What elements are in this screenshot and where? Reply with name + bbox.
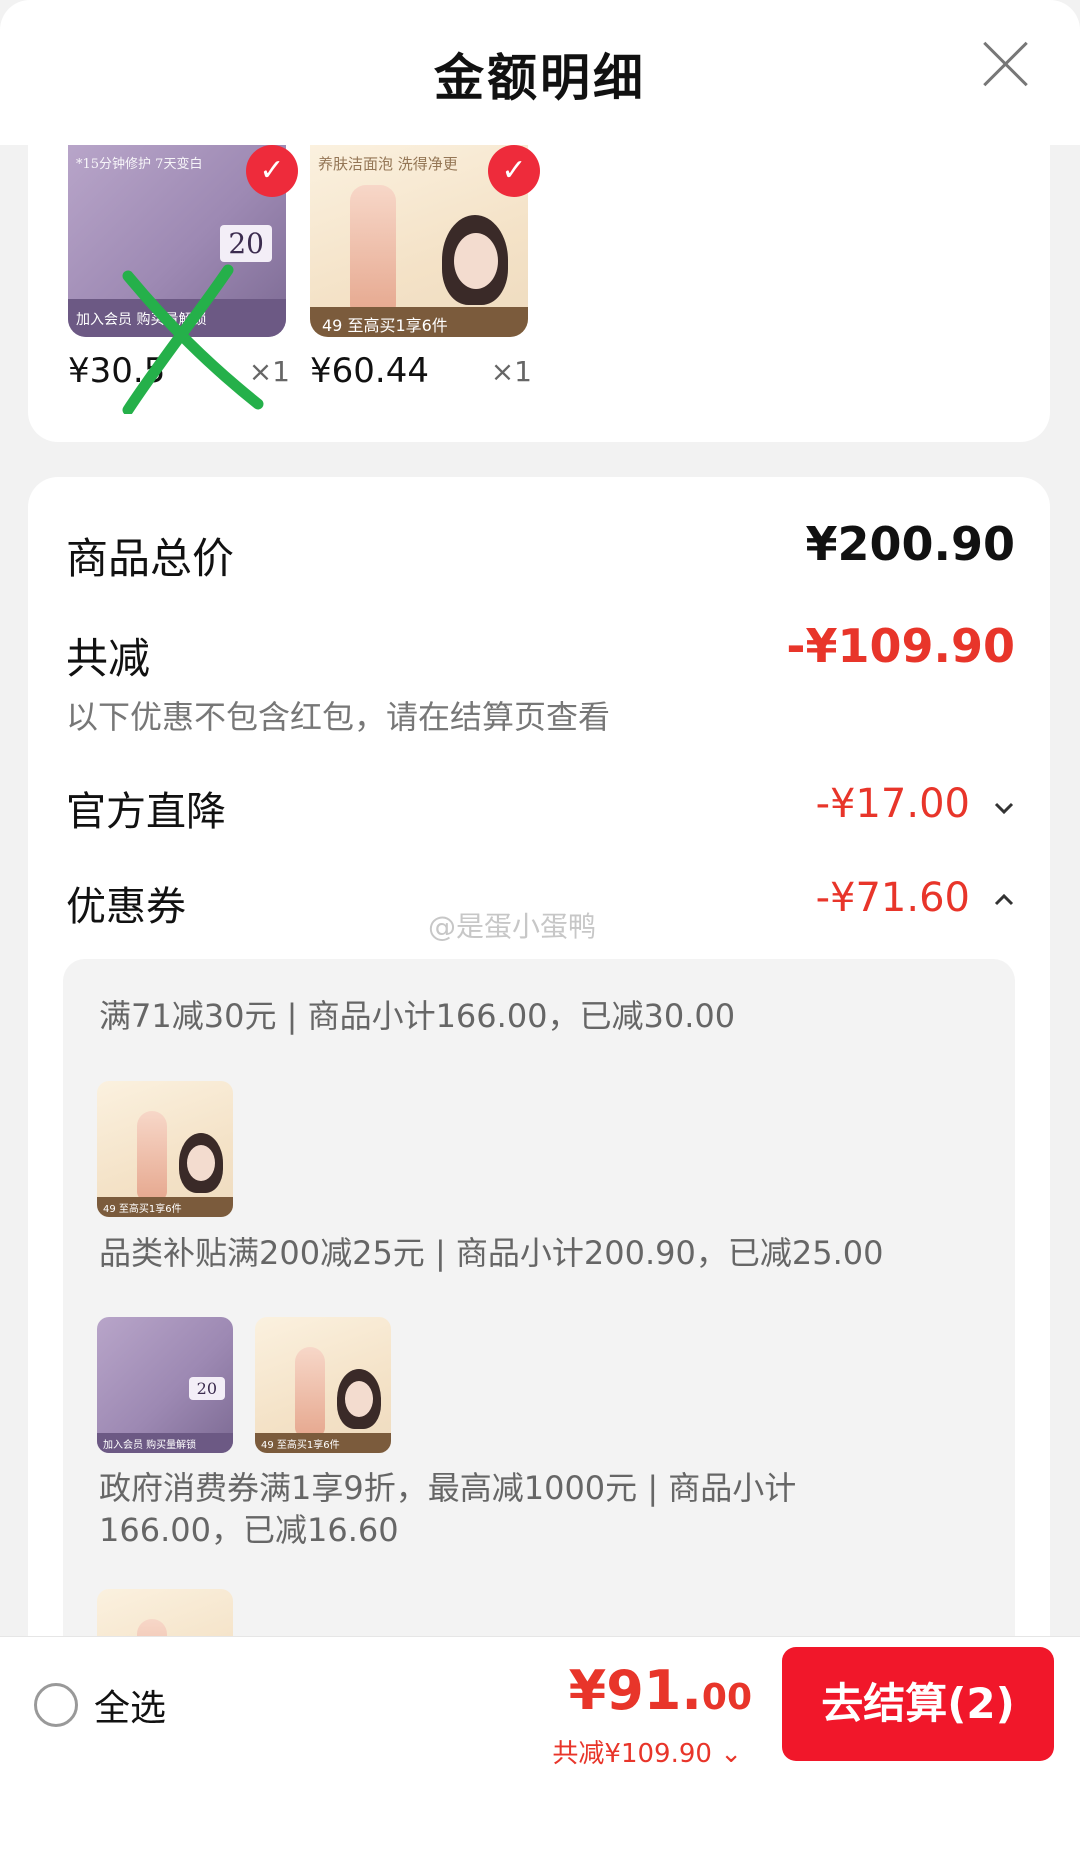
product-image-tagline: *15分钟修护 7天变白 xyxy=(76,157,203,172)
page-title: 金额明细 xyxy=(434,49,646,107)
close-icon[interactable] xyxy=(982,40,1030,88)
product-image-tagline: 养肤洁面泡 洗得净更 xyxy=(318,155,458,173)
coupon-rule: 品类补贴满200减25元 | 商品小计200.90，已减25.00 xyxy=(99,1234,884,1272)
official-discount-label: 官方直降 xyxy=(66,789,226,835)
saved-amount: 共减¥109.90 xyxy=(552,1739,712,1769)
sheet-header: 金额明细 xyxy=(0,0,1080,145)
coupon-label: 优惠券 xyxy=(66,884,186,930)
bottle-graphic xyxy=(137,1111,167,1201)
model-graphic xyxy=(442,215,508,305)
product-image-strip: 加入会员 购买量解锁 xyxy=(97,1433,233,1453)
select-all-toggle[interactable]: 全选 xyxy=(34,1679,166,1731)
product-image-strip: 49 至高买1享6件 xyxy=(97,1197,233,1217)
model-graphic xyxy=(337,1369,381,1429)
checked-icon[interactable]: ✓ xyxy=(488,145,540,197)
product-quantity: ×1 xyxy=(490,355,532,388)
watermark: @是蛋小蛋鸭 xyxy=(428,910,597,943)
product-quantity: ×1 xyxy=(248,355,290,388)
saved-amount-toggle[interactable]: 共减¥109.90 ⌄ xyxy=(552,1733,742,1770)
product-item[interactable]: *15分钟修护 7天变白 20 加入会员 购买量解锁 ✓ ¥30.5 ×1 xyxy=(68,145,298,405)
bottle-graphic xyxy=(350,185,396,315)
select-all-label: 全选 xyxy=(94,1688,167,1729)
total-label: 商品总价 xyxy=(66,534,235,583)
total-value: ¥200.90 xyxy=(805,517,1015,571)
radio-icon[interactable] xyxy=(34,1683,78,1727)
bottle-graphic xyxy=(295,1347,325,1437)
product-price: ¥30.5 xyxy=(68,351,166,391)
product-image-number: 20 xyxy=(188,1377,225,1400)
model-graphic xyxy=(179,1133,223,1193)
product-image-strip: 49 至高买1享6件 xyxy=(255,1433,391,1453)
checkout-button[interactable]: 去结算(2) xyxy=(782,1647,1054,1761)
products-card: *15分钟修护 7天变白 20 加入会员 购买量解锁 ✓ ¥30.5 ×1 养肤… xyxy=(28,145,1050,442)
product-item[interactable]: 养肤洁面泡 洗得净更 49 至高买1享6件 ✓ ¥60.44 ×1 xyxy=(310,145,540,405)
product-image-strip: 49 至高买1享6件 xyxy=(310,307,528,337)
coupon-product-thumb: 20 加入会员 购买量解锁 xyxy=(97,1317,233,1453)
product-price: ¥60.44 xyxy=(310,351,429,391)
save-label: 共减 xyxy=(66,634,151,683)
checkout-bar: 全选 ¥91.00 共减¥109.90 ⌄ 去结算(2) xyxy=(0,1636,1080,1852)
coupon-product-thumb: 49 至高买1享6件 xyxy=(255,1317,391,1453)
official-discount-value: -¥17.00 xyxy=(815,781,970,827)
chevron-down-icon: ⌄ xyxy=(720,1739,742,1769)
chevron-down-icon[interactable] xyxy=(993,797,1015,819)
coupon-value: -¥71.60 xyxy=(815,875,970,921)
coupon-note: 以下优惠不包含红包，请在结算页查看 xyxy=(66,698,611,736)
payable-total: ¥91.00 xyxy=(569,1659,752,1722)
coupon-rule: 政府消费券满1享9折，最高减1000元 | 商品小计 xyxy=(99,1469,797,1507)
product-image-number: 20 xyxy=(220,225,272,262)
product-image-strip: 加入会员 购买量解锁 xyxy=(68,299,286,337)
save-value: -¥109.90 xyxy=(786,619,1015,673)
chevron-up-icon[interactable] xyxy=(993,889,1015,911)
payable-total-main: ¥91. xyxy=(568,1659,702,1722)
payable-total-cents: 00 xyxy=(701,1677,752,1718)
coupon-rule: 166.00，已减16.60 xyxy=(99,1511,399,1549)
coupon-rule: 满71减30元 | 商品小计166.00，已减30.00 xyxy=(99,997,736,1035)
coupon-product-thumb: 49 至高买1享6件 xyxy=(97,1081,233,1217)
checked-icon[interactable]: ✓ xyxy=(246,145,298,197)
